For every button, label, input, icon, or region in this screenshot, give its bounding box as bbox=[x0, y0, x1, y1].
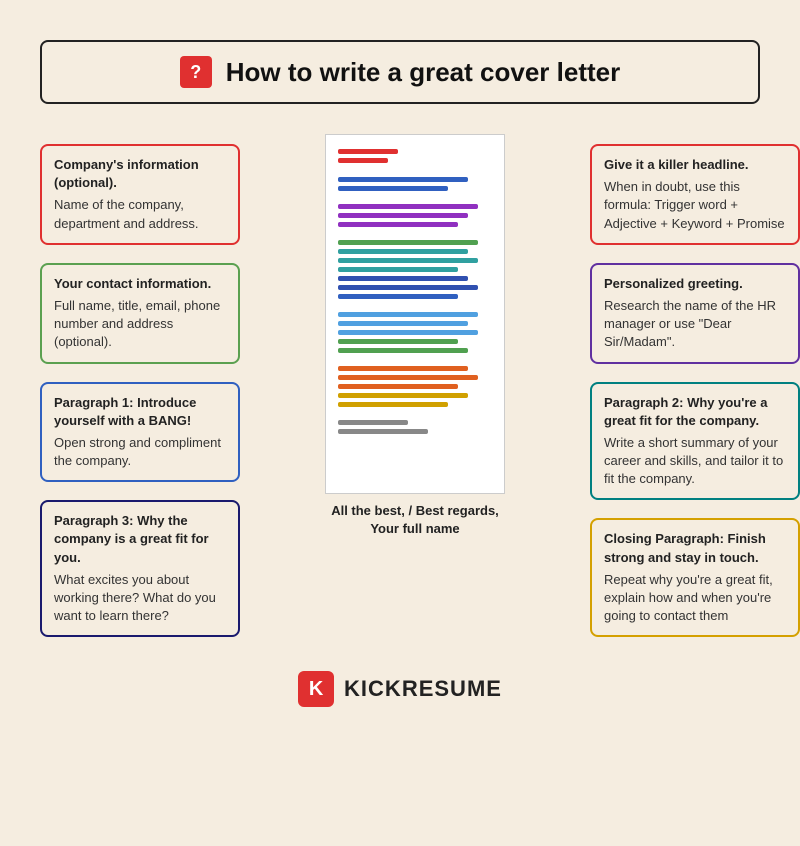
para1-box: Paragraph 1: Introduce yourself with a B… bbox=[40, 382, 240, 483]
page-title: How to write a great cover letter bbox=[226, 57, 620, 88]
letter-line bbox=[338, 375, 478, 380]
header-icon: ? bbox=[180, 56, 212, 88]
letter-line bbox=[338, 222, 458, 227]
left-column: Company's information (optional). Name o… bbox=[40, 134, 240, 637]
contact-info-box: Your contact information. Full name, tit… bbox=[40, 263, 240, 364]
para2-box: Paragraph 2: Why you're a great fit for … bbox=[590, 382, 800, 501]
letter-line bbox=[338, 348, 468, 353]
letter-lines bbox=[338, 149, 492, 434]
contact-info-body: Full name, title, email, phone number an… bbox=[54, 297, 226, 352]
company-info-box: Company's information (optional). Name o… bbox=[40, 144, 240, 245]
para2-body: Write a short summary of your career and… bbox=[604, 434, 786, 489]
headline-box: Give it a killer headline. When in doubt… bbox=[590, 144, 800, 245]
brand-name: KICKRESUME bbox=[344, 676, 502, 702]
letter-line bbox=[338, 294, 458, 299]
letter-line bbox=[338, 276, 468, 281]
letter-line bbox=[338, 330, 478, 335]
contact-info-title: Your contact information. bbox=[54, 275, 226, 293]
company-info-title: Company's information (optional). bbox=[54, 156, 226, 192]
footer: K KICKRESUME bbox=[40, 661, 760, 707]
para1-body: Open strong and compliment the company. bbox=[54, 434, 226, 470]
right-column: Give it a killer headline. When in doubt… bbox=[590, 134, 800, 637]
main-container: ? How to write a great cover letter Comp… bbox=[20, 20, 780, 727]
para3-box: Paragraph 3: Why the company is a great … bbox=[40, 500, 240, 637]
greeting-box: Personalized greeting. Research the name… bbox=[590, 263, 800, 364]
letter-line bbox=[338, 429, 428, 434]
para2-title: Paragraph 2: Why you're a great fit for … bbox=[604, 394, 786, 430]
greeting-body: Research the name of the HR manager or u… bbox=[604, 297, 786, 352]
letter-line bbox=[338, 186, 448, 191]
header-box: ? How to write a great cover letter bbox=[40, 40, 760, 104]
para3-title: Paragraph 3: Why the company is a great … bbox=[54, 512, 226, 567]
diagram: Company's information (optional). Name o… bbox=[40, 134, 800, 637]
diagram-wrapper: Company's information (optional). Name o… bbox=[40, 134, 800, 637]
letter-line bbox=[338, 213, 468, 218]
letter-line bbox=[338, 366, 468, 371]
letter-line bbox=[338, 158, 388, 163]
letter-line bbox=[338, 249, 468, 254]
headline-title: Give it a killer headline. bbox=[604, 156, 786, 174]
center-column: All the best, / Best regards,Your full n… bbox=[240, 134, 590, 538]
letter-line bbox=[338, 393, 468, 398]
kickresume-logo: K bbox=[298, 671, 334, 707]
letter-line bbox=[338, 312, 478, 317]
letter-line bbox=[338, 420, 408, 425]
letter-line bbox=[338, 240, 478, 245]
para1-title: Paragraph 1: Introduce yourself with a B… bbox=[54, 394, 226, 430]
company-info-body: Name of the company, department and addr… bbox=[54, 196, 226, 232]
letter-line bbox=[338, 339, 458, 344]
letter-line bbox=[338, 321, 468, 326]
closing-body: Repeat why you're a great fit, explain h… bbox=[604, 571, 786, 626]
letter-line bbox=[338, 177, 468, 182]
letter-line bbox=[338, 384, 458, 389]
letter-line bbox=[338, 149, 398, 154]
headline-body: When in doubt, use this formula: Trigger… bbox=[604, 178, 786, 233]
letter-line bbox=[338, 402, 448, 407]
greeting-title: Personalized greeting. bbox=[604, 275, 786, 293]
letter-caption: All the best, / Best regards,Your full n… bbox=[331, 502, 499, 538]
letter-line bbox=[338, 267, 458, 272]
closing-title: Closing Paragraph: Finish strong and sta… bbox=[604, 530, 786, 566]
letter-line bbox=[338, 258, 478, 263]
para3-body: What excites you about working there? Wh… bbox=[54, 571, 226, 626]
closing-box: Closing Paragraph: Finish strong and sta… bbox=[590, 518, 800, 637]
letter-line bbox=[338, 285, 478, 290]
letter-line bbox=[338, 204, 478, 209]
letter-paper bbox=[325, 134, 505, 494]
